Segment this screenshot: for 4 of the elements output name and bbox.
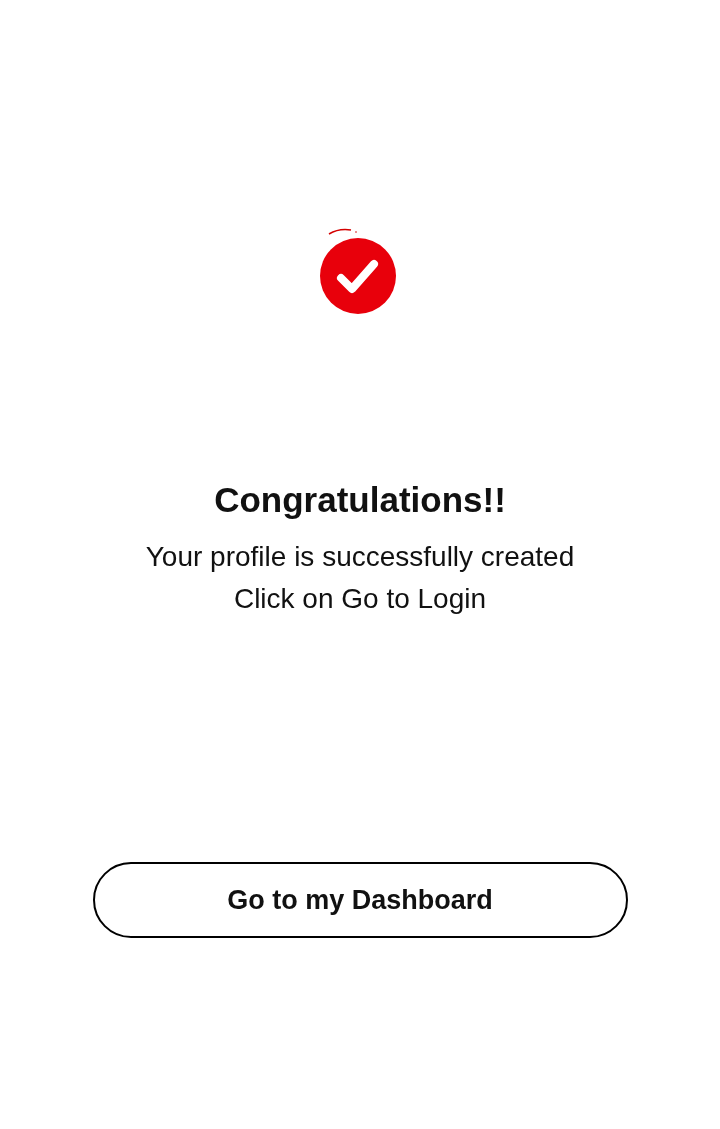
title: Congratulations!! [214, 479, 506, 521]
message-text: Your profile is successfully created [145, 539, 575, 574]
dashboard-button[interactable]: Go to my Dashboard [92, 861, 628, 938]
message-text: Click on Go to Login [233, 581, 487, 616]
